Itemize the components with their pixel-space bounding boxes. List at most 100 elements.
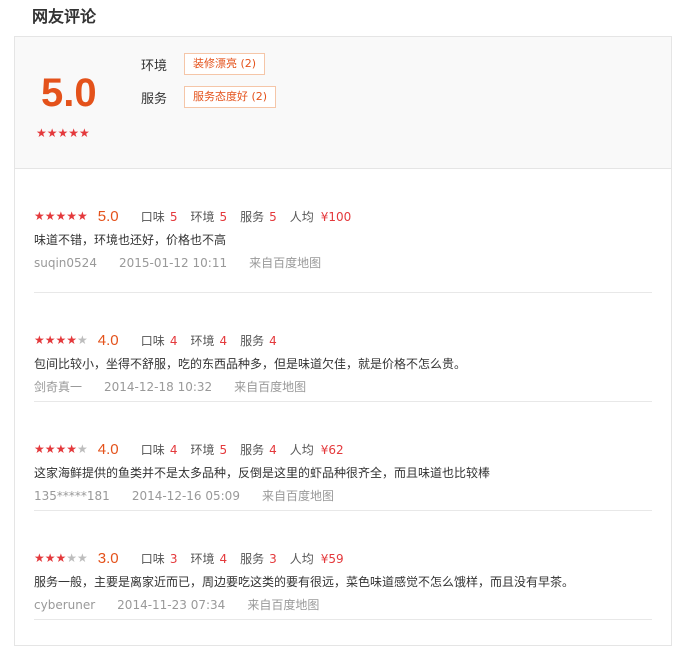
- star-empty-icon: ★: [77, 333, 88, 347]
- env-label: 环境: [190, 333, 215, 348]
- review-score: 4.0: [97, 440, 119, 458]
- avg-price: 人均 ¥100: [290, 208, 352, 225]
- taste-value: 4: [169, 442, 178, 457]
- service-label: 服务: [240, 333, 265, 348]
- env-value: 4: [219, 333, 228, 348]
- reviews-page: 网友评论 5.0 ★★★★★ 环境 装修漂亮 (2) 服务 服务态度好 (2) …: [0, 0, 688, 646]
- service-rating: 服务 3: [240, 550, 277, 567]
- review-user: cyberuner: [34, 598, 96, 612]
- avg-price: 人均 ¥62: [290, 441, 344, 458]
- star-filled-icon: ★★★★: [34, 442, 78, 456]
- avg-label: 人均: [289, 209, 314, 224]
- review-time: 2014-12-18 10:32: [104, 380, 213, 394]
- service-rating: 服务 4: [240, 441, 277, 458]
- review-user: suqin0524: [34, 256, 97, 270]
- review-user: 剑奇真一: [34, 380, 83, 394]
- review-user: 135*****181: [34, 489, 110, 503]
- service-label: 服务: [240, 551, 265, 566]
- env-label: 环境: [190, 442, 215, 457]
- review-meta: 135*****181 2014-12-16 05:09 来自百度地图: [34, 487, 652, 505]
- tag-row-service: 服务 服务态度好 (2): [141, 86, 277, 108]
- avg-value: ¥59: [320, 551, 344, 566]
- taste-rating: 口味 3: [141, 550, 178, 567]
- service-value: 5: [269, 209, 277, 224]
- taste-value: 4: [169, 333, 178, 348]
- env-label: 环境: [190, 551, 215, 566]
- review-meta: cyberuner 2014-11-23 07:34 来自百度地图: [34, 596, 652, 614]
- taste-value: 3: [169, 551, 178, 566]
- env-label: 环境: [190, 209, 215, 224]
- star-filled-icon: ★★★★: [34, 333, 78, 347]
- review-score: 4.0: [97, 331, 119, 349]
- service-label: 服务: [240, 442, 265, 457]
- env-value: 5: [219, 209, 228, 224]
- taste-label: 口味: [140, 209, 165, 224]
- avg-value: ¥100: [320, 209, 352, 224]
- service-value: 4: [269, 442, 277, 457]
- section-title: 网友评论: [32, 7, 97, 26]
- star-icon: ★★★★★: [36, 126, 90, 140]
- review-text: 包间比较小，坐得不舒服，吃的东西品种多，但是味道欠佳，就是价格不怎么贵。: [34, 357, 467, 371]
- taste-rating: 口味 4: [141, 332, 178, 349]
- review-text: 味道不错，环境也还好，价格也不高: [34, 233, 227, 247]
- review-item: ★★★★★ 4.0 口味 4 环境 4 服务 4 包间比较小，坐得不舒服，吃的东西品种多，但是味…: [34, 293, 652, 402]
- star-empty-icon: ★★: [66, 551, 88, 565]
- star-empty-icon: ★: [77, 442, 88, 456]
- review-ratings: ★★★★★ 4.0 口味 4 环境 4 服务 4: [34, 331, 652, 349]
- overall-stars: ★★★★★: [36, 126, 90, 140]
- tag-button[interactable]: 服务态度好 (2): [184, 86, 277, 108]
- taste-label: 口味: [140, 333, 165, 348]
- review-time: 2014-12-16 05:09: [131, 489, 240, 503]
- rating-summary: 5.0 ★★★★★ 环境 装修漂亮 (2) 服务 服务态度好 (2): [15, 37, 671, 169]
- review-meta: suqin0524 2015-01-12 10:11 来自百度地图: [34, 254, 652, 272]
- tag-category: 服务: [141, 91, 168, 107]
- review-text: 这家海鲜提供的鱼类并不是太多品种，反倒是这里的虾品种很齐全，而且味道也比较棒: [34, 466, 491, 480]
- review-list: ★★★★★ 5.0 口味 5 环境 5 服务 5 人均 ¥100 味道不错，环境也还好，价格也不高 s…: [15, 169, 671, 620]
- env-rating: 环境 4: [190, 550, 227, 567]
- taste-label: 口味: [140, 551, 165, 566]
- avg-value: ¥62: [320, 442, 344, 457]
- review-ratings: ★★★★★ 4.0 口味 4 环境 5 服务 4 人均 ¥62: [34, 440, 652, 458]
- taste-label: 口味: [140, 442, 165, 457]
- service-rating: 服务 5: [240, 208, 277, 225]
- service-label: 服务: [240, 209, 265, 224]
- avg-price: 人均 ¥59: [290, 550, 344, 567]
- taste-rating: 口味 4: [141, 441, 178, 458]
- review-stars: ★★★★★: [34, 442, 88, 456]
- review-stars: ★★★★★: [34, 551, 88, 565]
- avg-label: 人均: [289, 442, 314, 457]
- review-score: 5.0: [97, 207, 119, 225]
- review-stars: ★★★★★: [34, 333, 88, 347]
- review-ratings: ★★★★★ 3.0 口味 3 环境 4 服务 3 人均 ¥59: [34, 549, 652, 567]
- star-filled-icon: ★★★: [34, 551, 67, 565]
- review-meta: 剑奇真一 2014-12-18 10:32 来自百度地图: [34, 378, 652, 396]
- env-value: 4: [219, 551, 228, 566]
- review-source: 来自百度地图: [249, 256, 322, 270]
- review-ratings: ★★★★★ 5.0 口味 5 环境 5 服务 5 人均 ¥100: [34, 207, 652, 225]
- service-value: 3: [269, 551, 277, 566]
- review-score: 3.0: [97, 549, 119, 567]
- service-value: 4: [269, 333, 277, 348]
- review-stars: ★★★★★: [34, 209, 88, 223]
- review-time: 2014-11-23 07:34: [117, 598, 226, 612]
- reviews-panel: 5.0 ★★★★★ 环境 装修漂亮 (2) 服务 服务态度好 (2) ★★★★★…: [14, 36, 672, 646]
- star-filled-icon: ★★★★★: [34, 209, 88, 223]
- review-text: 服务一般，主要是离家近而已，周边要吃这类的要有很远，菜色味道感觉不怎么饿样，而且…: [34, 575, 575, 589]
- service-rating: 服务 4: [240, 332, 277, 349]
- tag-row-environment: 环境 装修漂亮 (2): [141, 53, 266, 75]
- review-item: ★★★★★ 4.0 口味 4 环境 5 服务 4 人均 ¥62 这家海鲜提供的鱼类并不是太多品种，反…: [34, 402, 652, 511]
- env-rating: 环境 5: [190, 208, 227, 225]
- review-item: ★★★★★ 3.0 口味 3 环境 4 服务 3 人均 ¥59 服务一般，主要是离家近而已，周边要吃…: [34, 511, 652, 620]
- avg-label: 人均: [289, 551, 314, 566]
- tag-button[interactable]: 装修漂亮 (2): [184, 53, 266, 75]
- taste-rating: 口味 5: [141, 208, 178, 225]
- env-rating: 环境 4: [190, 332, 227, 349]
- env-rating: 环境 5: [190, 441, 227, 458]
- taste-value: 5: [169, 209, 178, 224]
- tag-category: 环境: [141, 58, 168, 74]
- review-item: ★★★★★ 5.0 口味 5 环境 5 服务 5 人均 ¥100 味道不错，环境也还好，价格也不高 s…: [34, 169, 652, 293]
- review-source: 来自百度地图: [247, 598, 320, 612]
- review-source: 来自百度地图: [234, 380, 307, 394]
- review-source: 来自百度地图: [261, 489, 334, 503]
- env-value: 5: [219, 442, 228, 457]
